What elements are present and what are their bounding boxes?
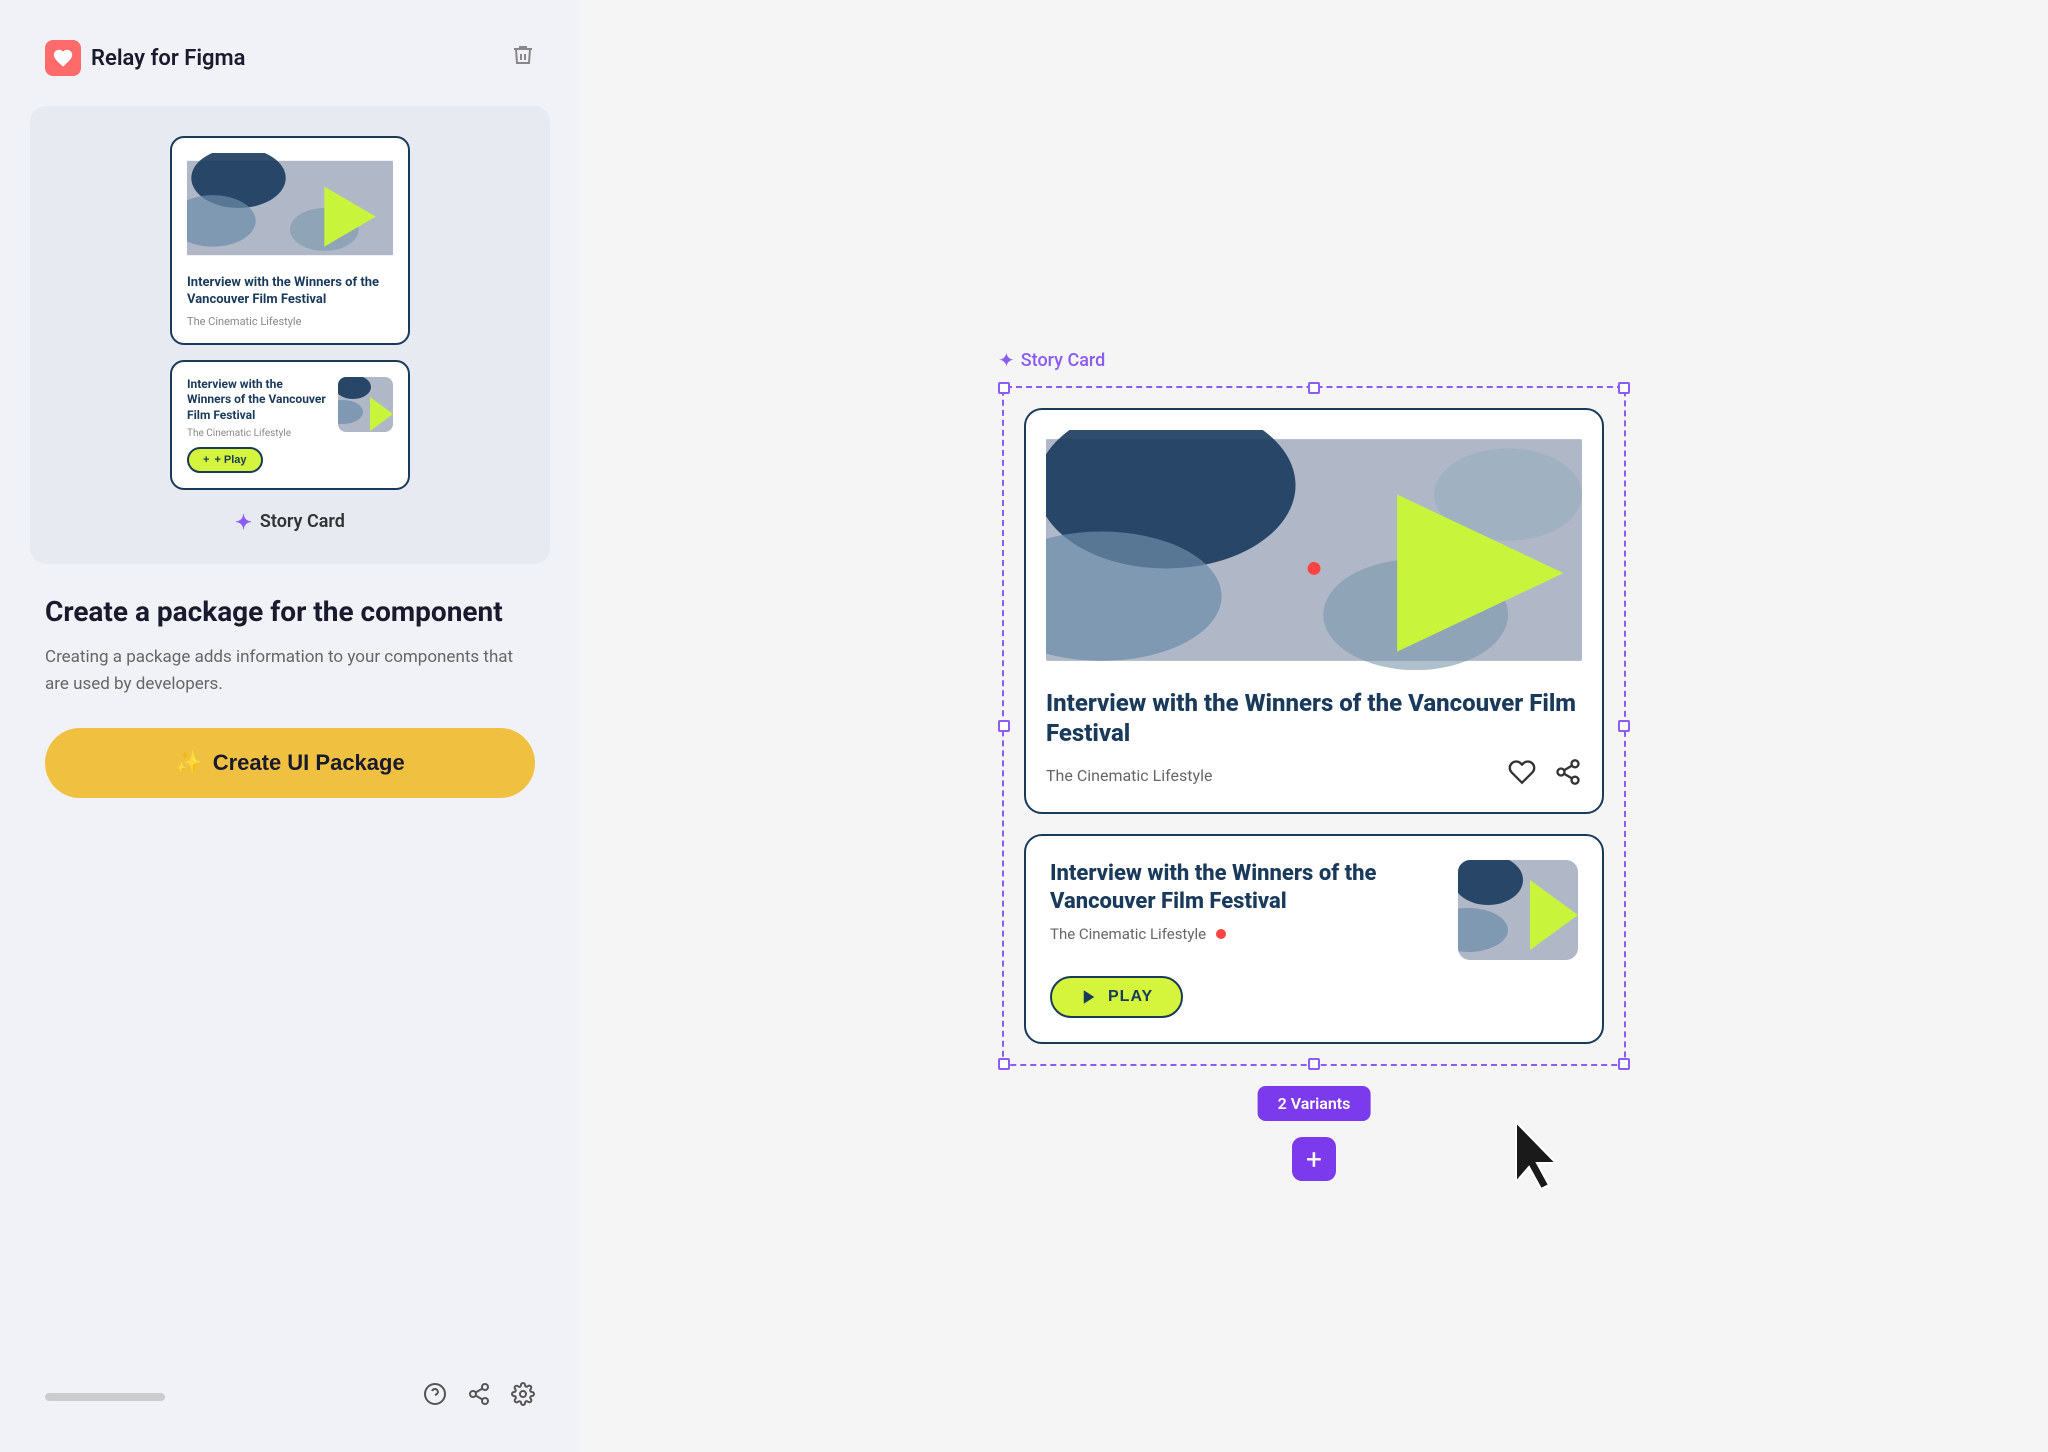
selection-container: ✦ Story Card (1002, 386, 1626, 1066)
card-image-big-v (1046, 430, 1582, 670)
selection-label: ✦ Story Card (998, 348, 1105, 372)
share-card-icon[interactable] (1554, 758, 1582, 792)
add-variant-button[interactable]: + (1292, 1137, 1336, 1181)
big-h-card-title: Interview with the Winners of the Vancou… (1050, 860, 1442, 915)
small-h-card-subtitle: The Cinematic Lifestyle (187, 428, 328, 439)
play-button-big[interactable]: PLAY (1050, 976, 1183, 1018)
play-label-small: + Play (214, 454, 246, 466)
trash-icon[interactable] (511, 43, 535, 73)
big-v-card-subtitle: The Cinematic Lifestyle (1046, 766, 1212, 785)
cursor-arrow (1511, 1117, 1566, 1196)
small-story-card-vertical: Interview with the Winners of the Vancou… (170, 136, 410, 345)
big-v-card-footer: The Cinematic Lifestyle (1046, 758, 1582, 792)
handle-top-right (1618, 382, 1630, 394)
red-dot-indicator (1216, 929, 1226, 939)
heart-icon[interactable] (1508, 758, 1536, 792)
brand-name: Relay for Figma (91, 46, 245, 71)
handle-mid-right (1618, 720, 1630, 732)
play-button-small[interactable]: + + Play (187, 447, 263, 473)
small-story-card-horizontal: Interview with the Winners of the Vancou… (170, 360, 410, 490)
big-story-card-vertical: Interview with the Winners of the Vancou… (1024, 408, 1604, 814)
handle-bottom-left (998, 1058, 1010, 1070)
panel-footer (0, 1362, 580, 1452)
big-h-card-thumb (1458, 860, 1578, 960)
help-icon[interactable] (423, 1382, 447, 1412)
story-cards-container: Interview with the Winners of the Vancou… (1024, 408, 1604, 1044)
settings-icon[interactable] (511, 1382, 535, 1412)
content-desc: Creating a package adds information to y… (45, 644, 535, 698)
share-icon[interactable] (467, 1382, 491, 1412)
play-icon-small: + (203, 454, 209, 466)
scroll-indicator (45, 1393, 165, 1401)
action-icons (1508, 758, 1582, 792)
brand: Relay for Figma (45, 40, 245, 76)
panel-header: Relay for Figma (0, 0, 580, 106)
small-h-card-title: Interview with the Winners of the Vancou… (187, 377, 328, 424)
big-story-card-horizontal: Interview with the Winners of the Vancou… (1024, 834, 1604, 1044)
small-h-card-text: Interview with the Winners of the Vancou… (187, 377, 328, 439)
create-btn-label: Create UI Package (213, 750, 405, 776)
big-h-card-row: Interview with the Winners of the Vancou… (1050, 860, 1578, 960)
variants-badge: 2 Variants (1258, 1086, 1371, 1121)
brand-logo (45, 40, 81, 76)
handle-top-mid (1308, 382, 1320, 394)
handle-bottom-mid (1308, 1058, 1320, 1070)
component-label: ✦ Story Card (235, 510, 345, 534)
handle-bottom-right (1618, 1058, 1630, 1070)
relay-diamond-icon: ✦ (235, 510, 252, 534)
handle-top-left (998, 382, 1010, 394)
panel-content: Create a package for the component Creat… (0, 564, 580, 1362)
right-area: ✦ Story Card (580, 0, 2048, 1452)
left-panel: Relay for Figma Interview with the Winne… (0, 0, 580, 1452)
big-v-card-title: Interview with the Winners of the Vancou… (1046, 688, 1582, 748)
selection-border: Interview with the Winners of the Vancou… (1002, 386, 1626, 1066)
small-v-card-subtitle: The Cinematic Lifestyle (187, 315, 393, 328)
content-title: Create a package for the component (45, 594, 535, 630)
footer-icons (423, 1382, 535, 1412)
create-btn-icon: ✨ (175, 750, 202, 776)
small-v-card-title: Interview with the Winners of the Vancou… (187, 275, 393, 309)
big-h-card-subtitle: The Cinematic Lifestyle (1050, 925, 1206, 943)
component-label-text: Story Card (260, 511, 345, 532)
small-h-card-thumb (338, 377, 393, 432)
card-image-small-v (187, 153, 393, 263)
play-label-big: PLAY (1108, 988, 1153, 1006)
create-ui-package-button[interactable]: ✨ Create UI Package (45, 728, 535, 798)
selection-label-text: Story Card (1021, 350, 1106, 371)
handle-mid-left (998, 720, 1010, 732)
big-h-card-text: Interview with the Winners of the Vancou… (1050, 860, 1442, 943)
selection-diamond-icon: ✦ (998, 348, 1015, 372)
preview-area: Interview with the Winners of the Vancou… (30, 106, 550, 564)
